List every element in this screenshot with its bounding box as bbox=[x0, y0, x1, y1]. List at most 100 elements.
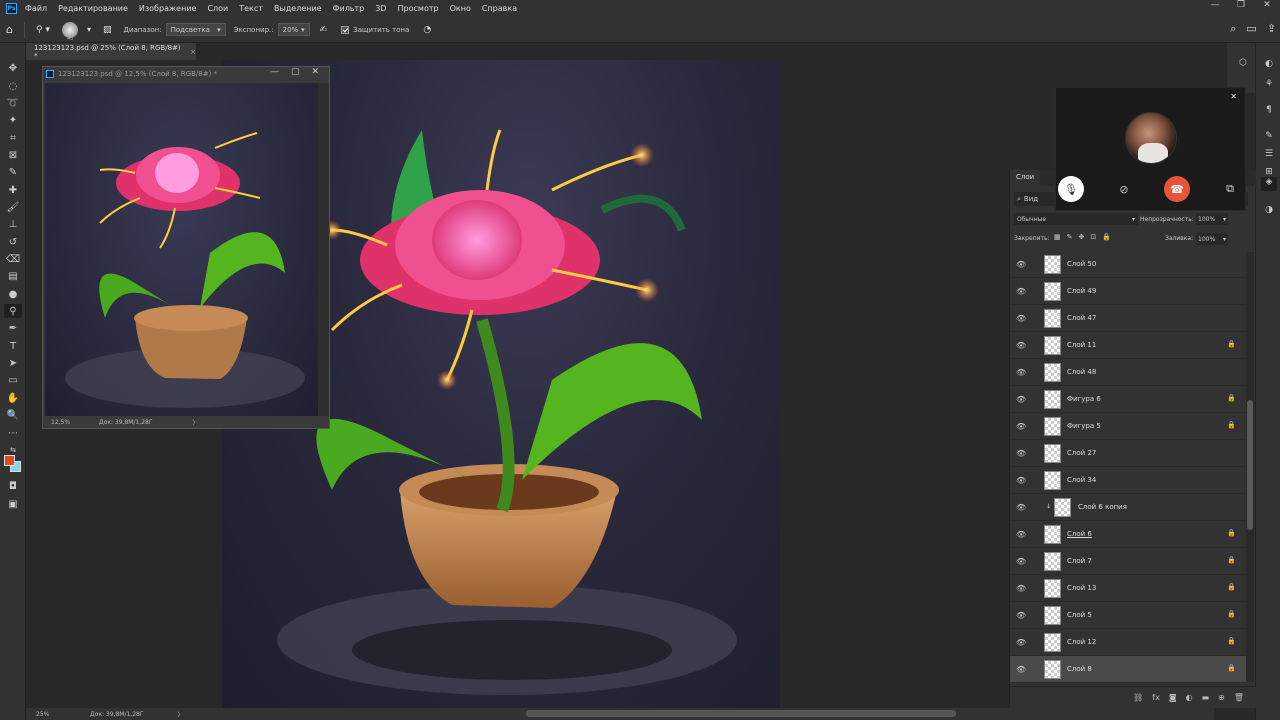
call-close-icon[interactable]: ✕ bbox=[1230, 92, 1237, 101]
adjustment-layer-icon[interactable]: ◐ bbox=[1186, 693, 1193, 702]
screen-share-button[interactable]: ⧉ bbox=[1217, 176, 1243, 202]
camera-off-button[interactable]: ⊘ bbox=[1111, 176, 1137, 202]
layer-row[interactable]: 👁 Слой 34 bbox=[1010, 467, 1246, 494]
visibility-eye-icon[interactable]: 👁 bbox=[1016, 422, 1026, 431]
layers-scrollbar-thumb[interactable] bbox=[1247, 400, 1253, 530]
magic-wand-tool-icon[interactable]: ✦ bbox=[4, 113, 22, 127]
photoshop-logo-icon[interactable]: Ps bbox=[6, 3, 17, 14]
layer-row[interactable]: 👁 Фигура 5 🔒 bbox=[1010, 413, 1246, 440]
status-arrow-icon[interactable]: 〉 bbox=[178, 710, 184, 719]
fill-input[interactable]: 100% ▾ bbox=[1196, 233, 1228, 245]
visibility-eye-icon[interactable]: 👁 bbox=[1016, 611, 1026, 620]
layer-row[interactable]: 👁 Слой 49 bbox=[1010, 278, 1246, 305]
airbrush-icon[interactable]: ✍ bbox=[320, 25, 328, 35]
float-restore-icon[interactable]: ▢ bbox=[291, 67, 300, 77]
visibility-eye-icon[interactable]: 👁 bbox=[1016, 503, 1026, 512]
new-layer-icon[interactable]: ⊕ bbox=[1218, 693, 1225, 702]
crop-tool-icon[interactable]: ⌗ bbox=[4, 131, 22, 145]
pen-tool-icon[interactable]: ✒ bbox=[4, 321, 22, 335]
lasso-tool-icon[interactable]: ➰ bbox=[4, 96, 22, 110]
new-group-icon[interactable]: ▬ bbox=[1202, 693, 1210, 702]
layer-row[interactable]: 👁 Слой 6 🔒 bbox=[1010, 521, 1246, 548]
layer-row[interactable]: 👁 Слой 12 🔒 bbox=[1010, 629, 1246, 656]
menu-3d[interactable]: 3D bbox=[375, 4, 386, 13]
add-mask-icon[interactable]: ◙ bbox=[1169, 693, 1177, 702]
tab-layers[interactable]: Слои bbox=[1010, 170, 1041, 186]
shape-tool-icon[interactable]: ▭ bbox=[4, 373, 22, 387]
layer-row[interactable]: 👁 Фигура 6 🔒 bbox=[1010, 386, 1246, 413]
menu-file[interactable]: Файл bbox=[25, 4, 47, 13]
move-tool-icon[interactable]: ✥ bbox=[4, 61, 22, 75]
type-tool-icon[interactable]: T bbox=[4, 339, 22, 353]
layer-row[interactable]: 👁 Слой 50 bbox=[1010, 251, 1246, 278]
properties-panel-icon[interactable]: ☰ bbox=[1261, 149, 1277, 163]
path-select-tool-icon[interactable]: ➤ bbox=[4, 356, 22, 370]
share-icon[interactable]: ⇪ bbox=[1267, 22, 1276, 36]
search-icon[interactable]: ⌕ bbox=[1230, 22, 1236, 36]
float-minimize-icon[interactable]: — bbox=[270, 67, 279, 77]
horizontal-scrollbar[interactable] bbox=[526, 710, 956, 717]
gradient-tool-icon[interactable]: ▤ bbox=[4, 269, 22, 283]
menu-window[interactable]: Окно bbox=[450, 4, 471, 13]
visibility-eye-icon[interactable]: 👁 bbox=[1016, 314, 1026, 323]
history-brush-tool-icon[interactable]: ↺ bbox=[4, 235, 22, 249]
menu-select[interactable]: Выделение bbox=[274, 4, 322, 13]
lock-position-icon[interactable]: ✥ bbox=[1079, 233, 1085, 241]
hang-up-button[interactable]: ☎ bbox=[1164, 176, 1190, 202]
visibility-eye-icon[interactable]: 👁 bbox=[1016, 395, 1026, 404]
dodge-tool-icon[interactable]: ⚲ bbox=[4, 304, 22, 318]
frame-tool-icon[interactable]: ⊠ bbox=[4, 148, 22, 162]
layer-row[interactable]: 👁 Слой 47 bbox=[1010, 305, 1246, 332]
float-zoom-value[interactable]: 12,5% bbox=[51, 419, 99, 426]
menu-filter[interactable]: Фильтр bbox=[333, 4, 365, 13]
exposure-input[interactable]: 20% ▾ bbox=[277, 23, 310, 36]
brush-panel-dock-icon[interactable]: ✎ bbox=[1261, 131, 1277, 145]
visibility-eye-icon[interactable]: 👁 bbox=[1016, 287, 1026, 296]
fx-icon[interactable]: fx bbox=[1152, 693, 1160, 702]
more-tools-icon[interactable]: ⋯ bbox=[4, 426, 22, 440]
color-panel-icon[interactable]: ◐ bbox=[1261, 59, 1277, 73]
floating-window-scrollbar[interactable] bbox=[318, 83, 329, 416]
visibility-eye-icon[interactable]: 👁 bbox=[1016, 260, 1026, 269]
protect-tones-checkbox[interactable] bbox=[341, 25, 350, 34]
microphone-button[interactable]: 🎙 bbox=[1058, 176, 1084, 202]
brush-preview[interactable]: 40 bbox=[56, 21, 81, 42]
brush-tool-icon[interactable]: 🖌 bbox=[4, 200, 22, 214]
3d-panel-icon[interactable]: ⬡ bbox=[1235, 58, 1251, 72]
minimize-icon[interactable]: — bbox=[1202, 0, 1228, 10]
stamp-tool-icon[interactable]: ⊥ bbox=[4, 217, 22, 231]
layer-row[interactable]: 👁 Слой 13 🔒 bbox=[1010, 575, 1246, 602]
foreground-color-swatch[interactable] bbox=[4, 455, 15, 466]
screen-mode-icon[interactable]: ▣ bbox=[4, 497, 22, 511]
eyedropper-tool-icon[interactable]: ✎ bbox=[4, 165, 22, 179]
blur-tool-icon[interactable]: ● bbox=[4, 287, 22, 301]
layer-row[interactable]: 👁 Слой 5 🔒 bbox=[1010, 602, 1246, 629]
tab-close-icon[interactable]: × bbox=[190, 48, 196, 56]
layer-row[interactable]: 👁 Слой 11 🔒 bbox=[1010, 332, 1246, 359]
channels-panel-icon[interactable]: ◑ bbox=[1261, 205, 1277, 219]
restore-icon[interactable]: ❐ bbox=[1228, 0, 1254, 10]
marquee-tool-icon[interactable]: ◌ bbox=[4, 79, 22, 93]
lock-artboard-icon[interactable]: ⊡ bbox=[1090, 233, 1096, 241]
blend-mode-select[interactable]: Обычные ▾ bbox=[1014, 213, 1138, 225]
pressure-icon[interactable]: ◔ bbox=[423, 25, 431, 35]
layers-panel-icon[interactable]: ◈ bbox=[1261, 177, 1277, 191]
eraser-tool-icon[interactable]: ⌫ bbox=[4, 252, 22, 266]
float-status-arrow-icon[interactable]: 〉 bbox=[193, 418, 199, 427]
link-layers-icon[interactable]: ⛓ bbox=[1133, 693, 1143, 702]
adjust-panel-icon[interactable]: ⚘ bbox=[1261, 79, 1277, 93]
delete-layer-icon[interactable]: 🗑 bbox=[1234, 693, 1244, 702]
menu-image[interactable]: Изображение bbox=[139, 4, 197, 13]
float-close-icon[interactable]: ✕ bbox=[311, 67, 319, 77]
range-select[interactable]: Подсветка ▾ bbox=[165, 23, 226, 36]
healing-tool-icon[interactable]: ✚ bbox=[4, 183, 22, 197]
home-icon[interactable]: ⌂ bbox=[6, 23, 13, 36]
visibility-eye-icon[interactable]: 👁 bbox=[1016, 449, 1026, 458]
menu-edit[interactable]: Редактирование bbox=[58, 4, 128, 13]
visibility-eye-icon[interactable]: 👁 bbox=[1016, 638, 1026, 647]
visibility-eye-icon[interactable]: 👁 bbox=[1016, 341, 1026, 350]
brush-panel-icon[interactable]: ▨ bbox=[103, 25, 112, 35]
menu-text[interactable]: Текст bbox=[239, 4, 263, 13]
opacity-input[interactable]: 100% ▾ bbox=[1196, 213, 1228, 225]
floating-document-window[interactable]: 123123123.psd @ 12,5% (Слой 8, RGB/8#) *… bbox=[42, 66, 330, 429]
